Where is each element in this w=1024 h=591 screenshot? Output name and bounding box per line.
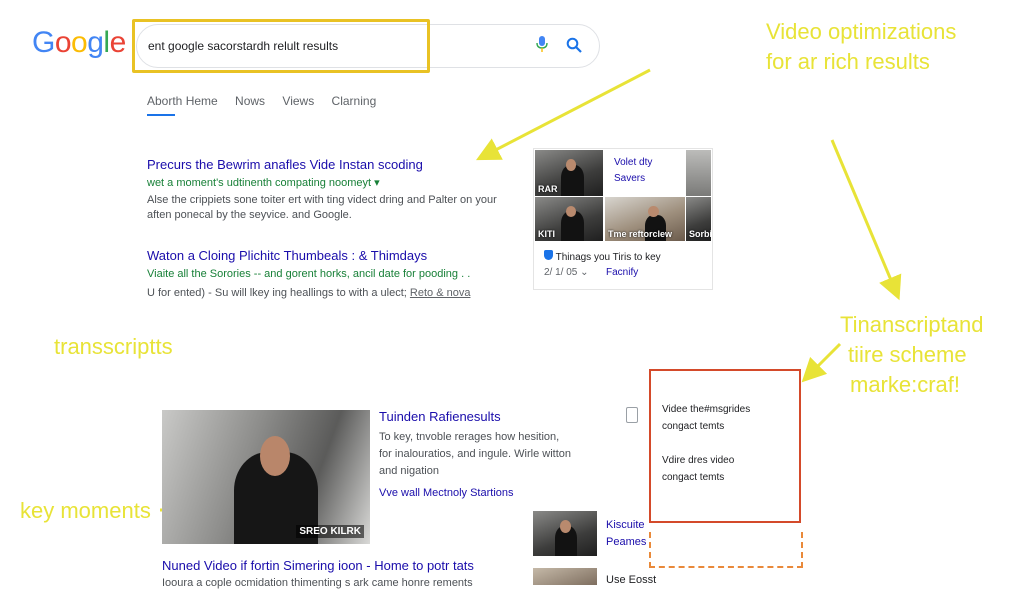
schema-line: Vdire dres video: [662, 455, 735, 466]
panel-date: 2/ 1/ 05: [544, 267, 578, 278]
logo-letter: e: [109, 26, 127, 59]
annotation-line: for ar rich results: [766, 49, 930, 74]
logo-letter: g: [87, 26, 104, 59]
panel-item-text: Thinags you Tiris to key: [555, 252, 661, 263]
snippet-line: and nigation: [379, 465, 439, 477]
snippet-line: for inalouratios, and ingule. Wirle witt…: [379, 448, 571, 460]
snippet-line: Alse the crippiets sone toiter ert with …: [147, 194, 497, 206]
result-snippet: Iooura a cople ocmidation thimenting s a…: [162, 577, 473, 589]
side-item-line: Kiscuite: [606, 519, 645, 531]
schema-line: Videe the#msgrides: [662, 404, 751, 415]
search-icon[interactable]: [566, 37, 582, 53]
microphone-icon[interactable]: [536, 36, 548, 52]
video-thumbnail-large[interactable]: SREO KILRK: [162, 410, 370, 544]
panel-title[interactable]: Volet dty: [614, 157, 652, 168]
result-url-text: wet a moment's udtinenth compating noome…: [147, 177, 372, 189]
panel-item[interactable]: Thinags you Tiris to key: [544, 250, 661, 263]
chevron-down-icon[interactable]: ⌄: [580, 267, 588, 278]
schema-text-group: Vdire dres video congact temts: [662, 452, 734, 486]
panel-meta-link[interactable]: Facnify: [606, 267, 638, 278]
active-tab-indicator: [147, 114, 175, 116]
annotation-key-moments: key moments: [20, 498, 151, 523]
panel-meta: 2/ 1/ 05 ⌄: [544, 267, 589, 278]
video-result-title[interactable]: Tuinden Rafienesults: [379, 409, 501, 424]
snippet-line: aften ponecal by the seyvice. and Google…: [147, 209, 352, 221]
result-snippet: U for ented) - Su will lkey ing healling…: [147, 286, 527, 301]
video-thumbnail-small[interactable]: [533, 568, 597, 585]
thumbnail-caption: Tme reftorclew: [608, 229, 673, 239]
side-item-title[interactable]: Use Eosst: [606, 574, 656, 586]
video-result-link[interactable]: Vve wall Mectnoly Startions: [379, 487, 514, 499]
snippet-line: U for ented) - Su will lkey ing healling…: [147, 287, 407, 299]
annotation-line: Video optimizations: [766, 19, 957, 44]
schema-text-group: Videe the#msgrides congact temts: [662, 401, 750, 435]
dashed-highlight-box: [649, 532, 803, 568]
side-item-line: Peames: [606, 536, 647, 548]
verified-shield-icon: [544, 250, 553, 260]
logo-letter: G: [32, 26, 55, 59]
annotation-line: tiire scheme: [848, 342, 967, 367]
tab-all[interactable]: Aborth Heme: [147, 94, 218, 108]
arrow-to-result: [476, 68, 651, 161]
video-caption: SREO KILRK: [296, 525, 364, 538]
result-url[interactable]: Viaite all the Sorories -- and gorent ho…: [147, 268, 470, 280]
video-thumbnail[interactable]: RAR: [535, 150, 603, 196]
annotation-transcript-schema: Tinanscriptand tiire scheme marke:craf!: [840, 310, 983, 400]
tab-learning[interactable]: Clarning: [332, 94, 377, 108]
arrow-to-red-box: [830, 139, 902, 301]
logo-letter: o: [71, 26, 88, 59]
result-url[interactable]: wet a moment's udtinenth compating noome…: [147, 176, 380, 189]
schema-highlight-box: Videe the#msgrides congact temts Vdire d…: [649, 369, 801, 523]
video-thumbnail[interactable]: KITI: [535, 197, 603, 241]
schema-line: congact temts: [662, 421, 725, 432]
logo-letter: o: [54, 26, 72, 59]
thumbnail-caption: KITI: [538, 229, 555, 239]
result-inline-link[interactable]: Reto & nova: [410, 287, 471, 299]
person-head: [560, 520, 571, 533]
schema-line: congact temts: [662, 472, 725, 483]
search-tabs: Aborth Heme Nows Views Clarning: [147, 94, 390, 108]
google-logo[interactable]: Google: [32, 26, 126, 60]
tab-videos[interactable]: Views: [282, 94, 314, 108]
arrow-to-schema: [801, 342, 842, 383]
bookmark-icon[interactable]: [626, 407, 638, 423]
video-panel: RAR Volet dty Savers KITI Tme reftorclew…: [533, 148, 713, 290]
video-thumbnail[interactable]: Tme reftorclew: [605, 197, 685, 241]
annotation-video-optimizations: Video optimizations for ar rich results: [766, 17, 956, 77]
chevron-down-icon[interactable]: ▾: [374, 177, 380, 189]
video-thumbnail[interactable]: [686, 150, 711, 196]
tab-news[interactable]: Nows: [235, 94, 265, 108]
video-thumbnail-small[interactable]: [533, 511, 597, 556]
result-title[interactable]: Nuned Video if fortin Simering ioon - Ho…: [162, 558, 474, 573]
panel-title[interactable]: Savers: [614, 173, 645, 184]
snippet-line: To key, tnvoble rerages how hesition,: [379, 431, 560, 443]
result-title[interactable]: Waton a Cloing Plichitc Thumbeals : & Th…: [147, 248, 427, 263]
result-title[interactable]: Precurs the Bewrim anafles Vide Instan s…: [147, 157, 423, 172]
thumbnail-caption: Sorbi: [689, 229, 711, 239]
video-thumbnail[interactable]: Sorbi: [686, 197, 711, 241]
thumbnail-caption: RAR: [538, 184, 558, 194]
search-input[interactable]: ent google sacorstardh relult results: [148, 39, 338, 53]
annotation-line: Tinanscriptand: [840, 312, 984, 337]
annotation-transcripts: transscriptts: [54, 334, 173, 359]
annotation-line: marke:craf!: [850, 372, 961, 397]
result-snippet: Alse the crippiets sone toiter ert with …: [147, 193, 527, 223]
video-result-snippet: To key, tnvoble rerages how hesition, fo…: [379, 429, 609, 480]
side-item-title[interactable]: Kiscuite Peames: [606, 517, 646, 551]
person-head: [260, 436, 290, 476]
